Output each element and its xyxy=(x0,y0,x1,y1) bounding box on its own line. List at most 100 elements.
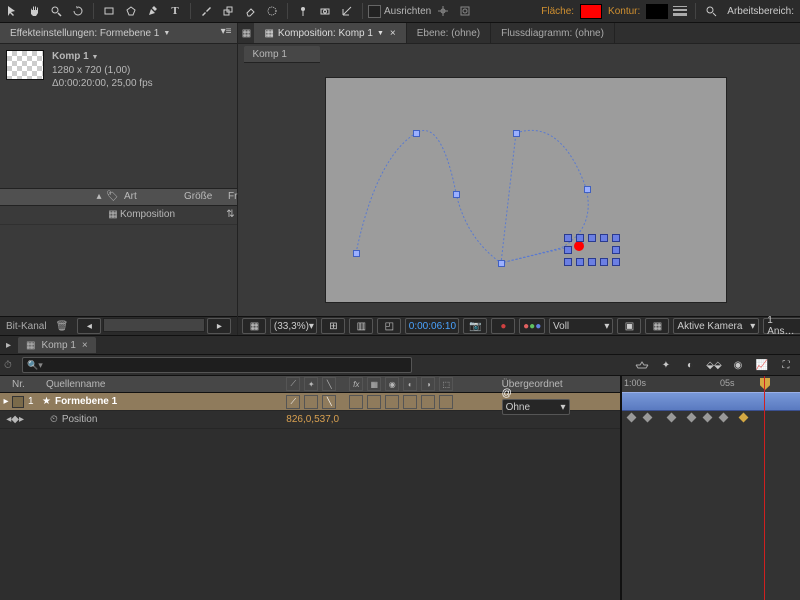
frameblend-switch-icon[interactable]: ▦ xyxy=(367,377,381,391)
layer-row[interactable]: ▸ 1 ★ Formebene 1 ⟋ ╲ xyxy=(0,393,620,411)
shy-icon[interactable] xyxy=(632,356,652,374)
lock-icon[interactable]: ▦ xyxy=(238,24,254,42)
comp-thumbnail[interactable] xyxy=(6,50,44,80)
shy-switch-icon[interactable]: ⟋ xyxy=(286,377,300,391)
property-value[interactable]: 826,0,537,0 xyxy=(286,414,339,425)
align-checkbox[interactable]: Ausrichten xyxy=(368,5,431,18)
panel-menu-icon[interactable]: ▾≡ xyxy=(221,26,232,37)
stroke-width-icon[interactable] xyxy=(670,2,690,20)
transform-handle[interactable] xyxy=(576,234,584,242)
clone-tool-icon[interactable] xyxy=(218,2,238,20)
canvas-area[interactable] xyxy=(238,63,800,316)
zoom-dropdown[interactable]: (33,3%) ▾ xyxy=(270,318,317,334)
sort-arrow-icon[interactable]: ▴ xyxy=(92,191,106,202)
path-vertex[interactable] xyxy=(353,250,360,257)
switch[interactable] xyxy=(439,395,453,409)
zoom-tool-icon[interactable] xyxy=(46,2,66,20)
transform-handle[interactable] xyxy=(588,234,596,242)
guides-icon[interactable]: ▥ xyxy=(349,318,373,334)
switch[interactable] xyxy=(304,395,318,409)
scroll-left-icon[interactable]: ◂ xyxy=(77,318,101,334)
fx-switch-icon[interactable]: fx xyxy=(349,377,363,391)
eraser-tool-icon[interactable] xyxy=(240,2,260,20)
path-vertex[interactable] xyxy=(513,130,520,137)
motionblur-switch-icon[interactable]: ◉ xyxy=(385,377,399,391)
switch[interactable] xyxy=(421,395,435,409)
hand-tool-icon[interactable] xyxy=(24,2,44,20)
brush-tool-icon[interactable] xyxy=(196,2,216,20)
transform-handle[interactable] xyxy=(600,234,608,242)
switch[interactable] xyxy=(349,395,363,409)
keyframe-icon[interactable] xyxy=(687,413,697,423)
close-icon[interactable]: × xyxy=(82,340,88,351)
collapse-icon[interactable]: ▸ xyxy=(6,340,18,351)
pin-tool-icon[interactable] xyxy=(293,2,313,20)
mask-icon[interactable]: ◰ xyxy=(377,318,401,334)
switch[interactable] xyxy=(385,395,399,409)
switch[interactable] xyxy=(403,395,417,409)
text-tool-icon[interactable]: T xyxy=(165,2,185,20)
adjustment-switch-icon[interactable]: ◐ xyxy=(403,377,417,391)
motion-blur-icon[interactable]: ⬙⬙ xyxy=(704,356,724,374)
frame-blend-icon[interactable]: ◐ xyxy=(680,356,700,374)
camera-tool-icon[interactable] xyxy=(315,2,335,20)
stopwatch-icon[interactable]: ⏲ xyxy=(50,414,58,425)
scroll-right-icon[interactable]: ▸ xyxy=(207,318,231,334)
col-size[interactable]: Größe xyxy=(184,191,228,202)
search-icon[interactable] xyxy=(701,2,721,20)
keyframe-icon[interactable] xyxy=(643,413,653,423)
roi-icon[interactable]: ▣ xyxy=(617,318,641,334)
keyframe-track[interactable] xyxy=(622,409,800,426)
path-vertex[interactable] xyxy=(413,130,420,137)
timeline-tab[interactable]: ▦ Komp 1 × xyxy=(18,337,96,353)
bit-depth-label[interactable]: Bit-Kanal xyxy=(6,321,47,332)
roto-tool-icon[interactable] xyxy=(262,2,282,20)
property-row[interactable]: ◂◆▸ ⏲ Position 826,0,537,0 xyxy=(0,411,620,429)
graph-icon[interactable]: 📈 xyxy=(752,356,772,374)
path-vertex[interactable] xyxy=(453,191,460,198)
fill-swatch[interactable] xyxy=(580,4,602,19)
switch[interactable]: ╲ xyxy=(322,395,336,409)
snap-icon[interactable] xyxy=(433,2,453,20)
shape-tool-icon[interactable] xyxy=(121,2,141,20)
tab-composition[interactable]: ▦ Komposition: Komp 1 ▼ × xyxy=(254,23,406,43)
pen-tool-icon[interactable] xyxy=(143,2,163,20)
composition-canvas[interactable] xyxy=(325,77,727,303)
transform-handle[interactable] xyxy=(612,258,620,266)
axis-tool-icon[interactable] xyxy=(337,2,357,20)
timecode-display[interactable]: 0:00:06:10 xyxy=(405,318,459,334)
col-type[interactable]: Art xyxy=(120,191,184,202)
transform-handle[interactable] xyxy=(564,234,572,242)
comp-button-icon[interactable]: ✦ xyxy=(656,356,676,374)
close-icon[interactable]: × xyxy=(390,28,396,39)
label-color[interactable] xyxy=(12,396,24,408)
quality-switch-icon[interactable]: ╲ xyxy=(322,377,336,391)
flowchart-icon[interactable]: ⇅ xyxy=(223,209,237,220)
transform-handle[interactable] xyxy=(612,234,620,242)
transform-handle[interactable] xyxy=(564,258,572,266)
snapshot-icon[interactable]: 📷 xyxy=(463,318,487,334)
stroke-swatch[interactable] xyxy=(646,4,668,19)
keyframe-icon[interactable] xyxy=(703,413,713,423)
expand-icon[interactable]: ⛶ xyxy=(776,356,796,374)
path-vertex[interactable] xyxy=(584,186,591,193)
project-item-row[interactable]: ▦ Komposition ⇅ xyxy=(0,206,237,225)
grid-icon[interactable]: ⊞ xyxy=(321,318,345,334)
timeline-search-input[interactable]: 🔍▾ xyxy=(22,357,412,373)
switch[interactable]: ⟋ xyxy=(286,395,300,409)
keyframe-icon[interactable] xyxy=(627,413,637,423)
timeline-tracks[interactable]: 1:00s 05s xyxy=(621,376,800,600)
shape-layer[interactable] xyxy=(574,241,584,251)
alpha-icon[interactable]: ▦ xyxy=(242,318,266,334)
selection-tool-icon[interactable] xyxy=(2,2,22,20)
channel-icon[interactable]: ● xyxy=(491,318,515,334)
tag-icon[interactable]: 🏷 xyxy=(106,191,120,202)
path-vertex[interactable] xyxy=(498,260,505,267)
keyframe-selected-icon[interactable] xyxy=(739,413,749,423)
transform-handle[interactable] xyxy=(576,258,584,266)
transform-handle[interactable] xyxy=(588,258,596,266)
cti-head[interactable] xyxy=(760,378,770,390)
switch[interactable] xyxy=(367,395,381,409)
effect-settings-tab[interactable]: Effekteinstellungen: Formebene 1 ▼ ▾≡ xyxy=(0,23,237,44)
time-ruler[interactable]: 1:00s 05s xyxy=(622,376,800,393)
